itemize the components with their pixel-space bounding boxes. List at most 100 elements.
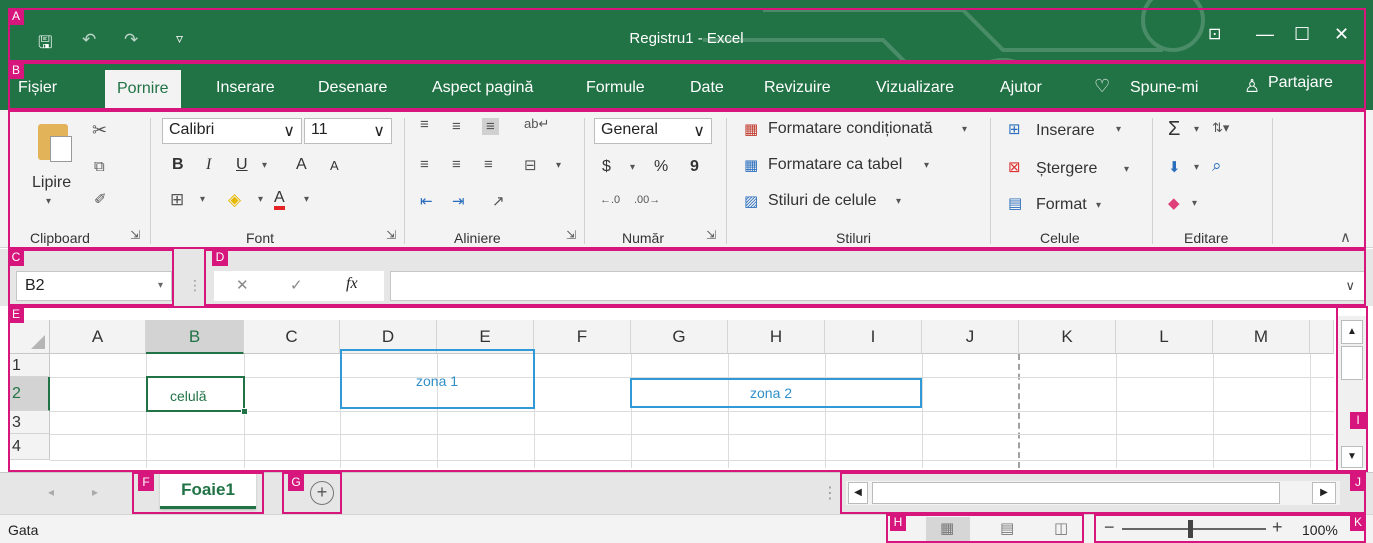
- number-format-select[interactable]: General ∨: [594, 118, 712, 144]
- delete-cells-button[interactable]: Ștergere: [1036, 160, 1097, 178]
- tab-insert[interactable]: Inserare: [216, 79, 275, 97]
- row-header-3[interactable]: 3: [8, 411, 50, 434]
- column-header-i[interactable]: I: [825, 320, 922, 354]
- conditional-dropdown-icon[interactable]: ▾: [962, 124, 967, 135]
- fill-handle[interactable]: [241, 408, 248, 415]
- format-painter-icon[interactable]: ✐: [94, 190, 107, 208]
- active-cell-b2[interactable]: celulă: [146, 376, 248, 415]
- find-select-icon[interactable]: ⌕: [1212, 156, 1222, 176]
- borders-dropdown-icon[interactable]: ▾: [200, 194, 205, 205]
- row-header-1[interactable]: 1: [8, 354, 50, 377]
- delete-cells-icon[interactable]: ⊠: [1008, 158, 1021, 176]
- enter-formula-button[interactable]: ✓: [290, 276, 303, 294]
- lightbulb-icon[interactable]: ♡: [1094, 76, 1110, 97]
- tab-formulas[interactable]: Formule: [586, 79, 645, 97]
- underline-button[interactable]: U: [236, 156, 248, 174]
- name-box[interactable]: B2 ▾: [16, 271, 172, 301]
- font-color-dropdown-icon[interactable]: ▾: [304, 194, 309, 205]
- align-center-icon[interactable]: ≡: [452, 156, 461, 173]
- zoom-out-button[interactable]: −: [1104, 517, 1115, 538]
- column-header-m[interactable]: M: [1213, 320, 1310, 354]
- sheet-tab-foaie1[interactable]: Foaie1: [160, 473, 256, 509]
- fill-dropdown-icon[interactable]: ▾: [1194, 162, 1199, 173]
- tab-home[interactable]: Pornire: [105, 70, 181, 110]
- format-as-table-button[interactable]: Formatare ca tabel: [768, 156, 902, 174]
- scroll-down-button[interactable]: ▼: [1341, 446, 1363, 468]
- ribbon-display-icon[interactable]: ⊡: [1208, 24, 1221, 44]
- merge-dropdown-icon[interactable]: ▾: [556, 160, 561, 171]
- underline-dropdown-icon[interactable]: ▾: [262, 160, 267, 171]
- alignment-launcher-icon[interactable]: ⇲: [566, 228, 576, 242]
- column-header-k[interactable]: K: [1019, 320, 1116, 354]
- scroll-left-button[interactable]: ◀: [848, 482, 868, 504]
- format-cells-icon[interactable]: ▤: [1008, 194, 1022, 212]
- percent-button[interactable]: %: [654, 158, 668, 176]
- page-layout-view-icon[interactable]: ▤: [1000, 519, 1014, 537]
- align-left-icon[interactable]: ≡: [420, 156, 429, 173]
- column-header-partial[interactable]: [1310, 320, 1334, 354]
- minimize-button[interactable]: —: [1256, 24, 1274, 45]
- add-sheet-button[interactable]: +: [310, 481, 334, 505]
- tab-data[interactable]: Date: [690, 79, 724, 97]
- prev-sheet-icon[interactable]: ◂: [48, 485, 54, 499]
- increase-indent-icon[interactable]: ⇥: [452, 192, 465, 210]
- autosum-dropdown-icon[interactable]: ▾: [1194, 124, 1199, 135]
- tab-draw[interactable]: Desenare: [318, 79, 387, 97]
- row-header-4[interactable]: 4: [8, 434, 50, 460]
- font-name-select[interactable]: Calibri ∨: [162, 118, 302, 144]
- column-header-f[interactable]: F: [534, 320, 631, 354]
- italic-button[interactable]: I: [206, 156, 211, 174]
- format-table-icon[interactable]: ▦: [744, 156, 758, 174]
- tell-me-input[interactable]: Spune-mi: [1130, 79, 1198, 97]
- decrease-decimal-icon[interactable]: .00→: [634, 194, 660, 206]
- column-header-g[interactable]: G: [631, 320, 728, 354]
- tab-review[interactable]: Revizuire: [764, 79, 831, 97]
- zone-2-range[interactable]: zona 2: [630, 378, 922, 408]
- paste-button[interactable]: Lipire: [32, 174, 71, 192]
- insert-function-button[interactable]: fx: [346, 275, 358, 293]
- formula-input[interactable]: ∨: [390, 271, 1366, 301]
- column-header-a[interactable]: A: [50, 320, 146, 354]
- comma-button[interactable]: 9: [690, 158, 699, 176]
- zoom-level[interactable]: 100%: [1302, 522, 1338, 538]
- column-header-b[interactable]: B: [146, 320, 244, 354]
- fill-icon[interactable]: ⬇: [1168, 158, 1181, 176]
- column-header-c[interactable]: C: [244, 320, 340, 354]
- column-header-l[interactable]: L: [1116, 320, 1213, 354]
- tab-file[interactable]: Fișier: [18, 79, 57, 97]
- orientation-icon[interactable]: ↗: [492, 192, 505, 210]
- normal-view-button[interactable]: ▦: [926, 517, 970, 541]
- expand-formula-icon[interactable]: ∨: [1345, 278, 1355, 294]
- align-middle-icon[interactable]: ≡: [452, 118, 461, 135]
- decrease-indent-icon[interactable]: ⇤: [420, 192, 433, 210]
- cell-styles-dropdown-icon[interactable]: ▾: [896, 196, 901, 207]
- select-all-button[interactable]: [8, 320, 50, 354]
- vertical-scrollbar[interactable]: ▲ ▼: [1336, 316, 1366, 468]
- cut-icon[interactable]: ✂: [92, 120, 107, 141]
- maximize-button[interactable]: ☐: [1294, 24, 1310, 45]
- increase-decimal-icon[interactable]: ←.0: [600, 194, 620, 206]
- collapse-ribbon-icon[interactable]: ∧: [1340, 228, 1351, 246]
- row-header-2[interactable]: 2: [8, 377, 50, 411]
- horizontal-scroll-thumb[interactable]: [872, 482, 1280, 504]
- align-top-icon[interactable]: ≡: [420, 116, 429, 133]
- share-button[interactable]: Partajare: [1268, 74, 1333, 92]
- autosum-button[interactable]: Σ: [1168, 118, 1180, 141]
- column-header-h[interactable]: H: [728, 320, 825, 354]
- zoom-slider-thumb[interactable]: [1188, 520, 1193, 538]
- sort-filter-icon[interactable]: ⇅▾: [1212, 120, 1229, 136]
- fill-color-icon[interactable]: ◈: [228, 190, 241, 210]
- close-button[interactable]: ✕: [1334, 24, 1349, 45]
- page-break-view-icon[interactable]: ◫: [1054, 519, 1068, 537]
- tab-help[interactable]: Ajutor: [1000, 79, 1042, 97]
- shrink-font-button[interactable]: A: [330, 158, 339, 173]
- font-color-button[interactable]: A: [274, 190, 285, 210]
- borders-icon[interactable]: ⊞: [170, 190, 184, 210]
- tab-view[interactable]: Vizualizare: [876, 79, 954, 97]
- format-cells-button[interactable]: Format: [1036, 196, 1087, 214]
- paste-dropdown-icon[interactable]: ▾: [46, 196, 51, 207]
- insert-cells-icon[interactable]: ⊞: [1008, 120, 1021, 138]
- conditional-format-icon[interactable]: ▦: [744, 120, 758, 138]
- grow-font-button[interactable]: A: [296, 156, 307, 174]
- next-sheet-icon[interactable]: ▸: [92, 485, 98, 499]
